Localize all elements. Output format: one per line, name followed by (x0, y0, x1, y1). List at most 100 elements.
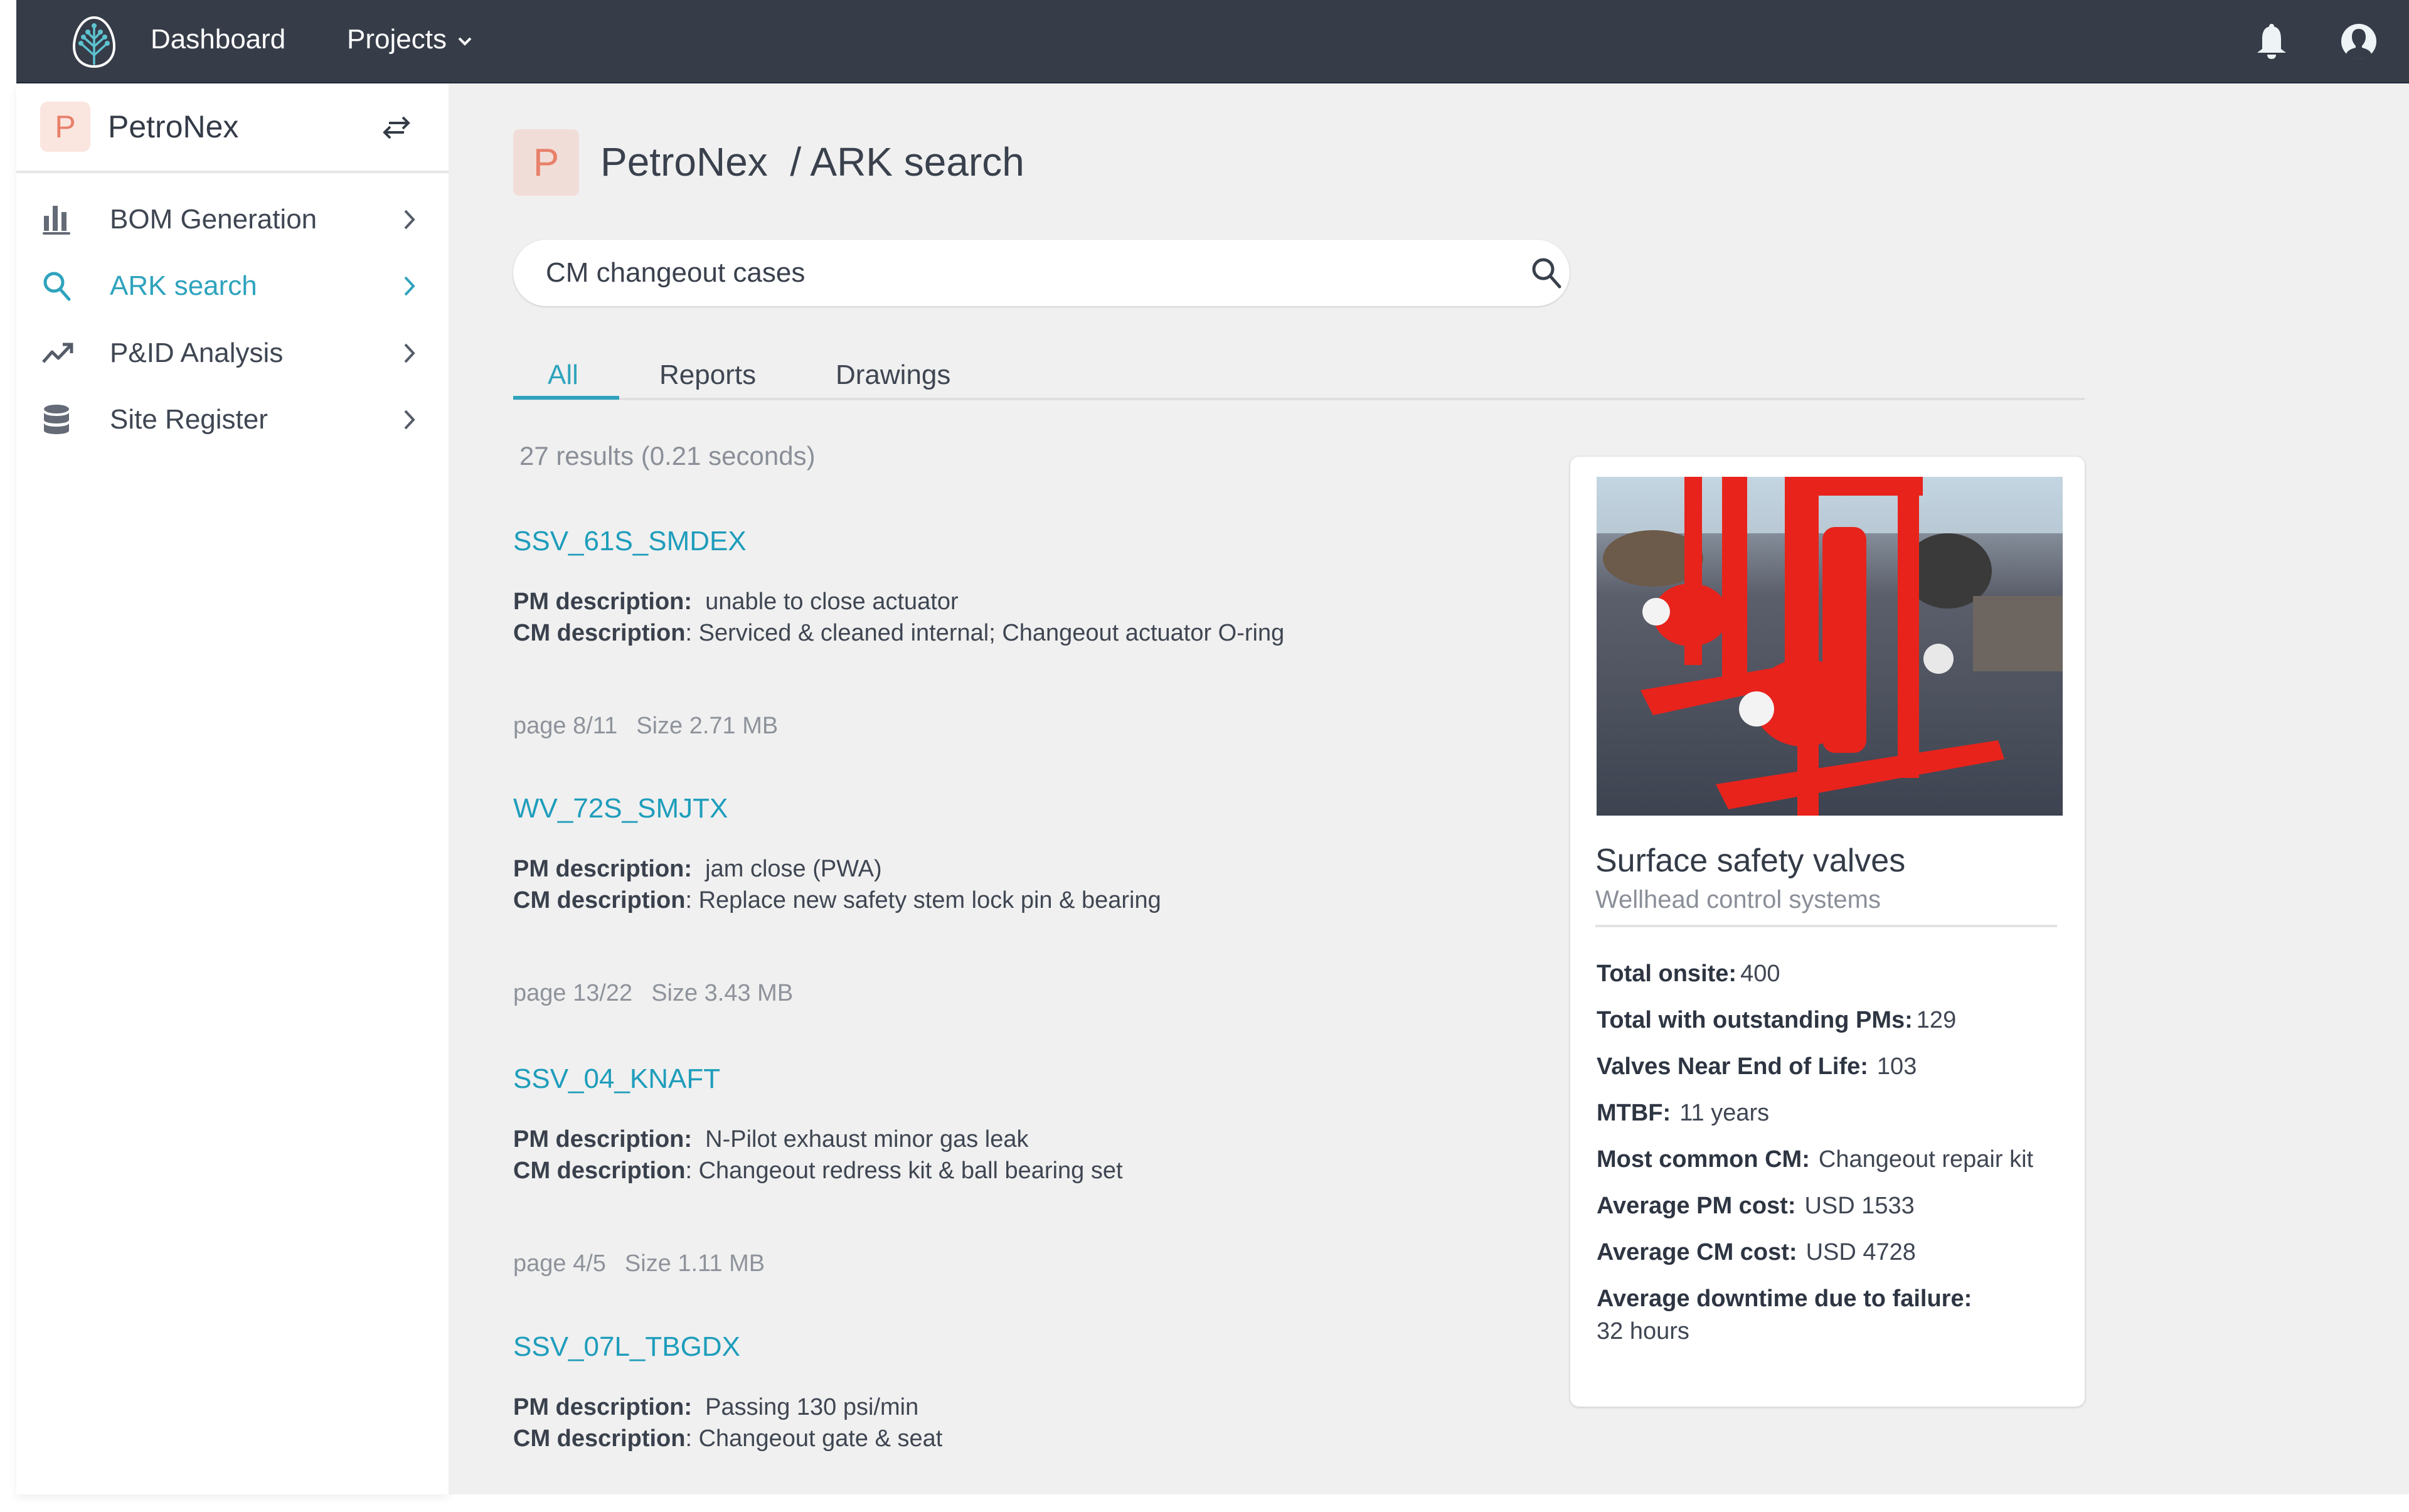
cm-label: CM description (513, 1158, 686, 1184)
sidebar-item-label: BOM Generation (110, 204, 317, 235)
stat-value: 32 hours (1597, 1318, 1689, 1344)
stat-value: Changeout repair kit (1818, 1146, 2034, 1173)
stat-label: Most common CM: (1597, 1146, 1810, 1173)
cm-label: CM description (513, 887, 686, 913)
pm-description: PM description: N-Pilot exhaust minor ga… (513, 1126, 1029, 1153)
result-size: Size 3.43 MB (651, 980, 794, 1006)
stat-near-end-of-life: Valves Near End of Life: 103 (1597, 1053, 1917, 1080)
asset-summary-card: Surface safety valves Wellhead control s… (1570, 457, 2085, 1407)
stat-most-common-cm: Most common CM: Changeout repair kit (1597, 1146, 2033, 1173)
result-title-link[interactable]: SSV_61S_SMDEX (513, 526, 747, 557)
stat-value: USD 1533 (1804, 1193, 1915, 1219)
stat-average-downtime: Average downtime due to failure: 32 hours (1597, 1286, 1972, 1350)
sidebar-item-pid-analysis[interactable]: P&ID Analysis (16, 322, 449, 385)
sidebar-item-site-register[interactable]: Site Register (16, 388, 449, 451)
nav-dashboard[interactable]: Dashboard (151, 24, 285, 55)
stat-mtbf: MTBF: 11 years (1597, 1100, 1769, 1127)
result-page: page 4/5 (513, 1250, 606, 1277)
stat-value: 400 (1740, 961, 1780, 987)
search-icon[interactable] (1529, 255, 1565, 290)
stat-value: USD 4728 (1805, 1239, 1916, 1265)
valve-photo (1597, 477, 2063, 816)
stat-outstanding-pms: Total with outstanding PMs: 129 (1597, 1007, 1956, 1034)
stat-label: Average CM cost: (1597, 1239, 1797, 1265)
cm-value: Serviced & cleaned internal; Changeout a… (698, 620, 1285, 646)
stat-label: Valves Near End of Life: (1597, 1053, 1868, 1080)
chevron-right-icon (404, 343, 415, 363)
cm-value: Replace new safety stem lock pin & beari… (698, 887, 1161, 913)
stat-value: 11 years (1679, 1100, 1770, 1126)
stat-value: 129 (1916, 1007, 1957, 1033)
card-divider (1595, 925, 2057, 927)
result-size: Size 1.11 MB (624, 1250, 765, 1277)
swap-arrows-icon[interactable] (380, 114, 413, 141)
chevron-right-icon (404, 276, 415, 296)
cm-value: Changeout gate & seat (698, 1425, 943, 1452)
sidebar-item-bom-generation[interactable]: BOM Generation (16, 188, 449, 251)
pm-value: N-Pilot exhaust minor gas leak (705, 1126, 1029, 1153)
project-badge: P (513, 129, 579, 196)
pm-description: PM description: Passing 130 psi/min (513, 1394, 918, 1421)
stat-label: Average PM cost: (1597, 1193, 1796, 1219)
result-title-link[interactable]: WV_72S_SMJTX (513, 793, 728, 824)
pm-value: jam close (PWA) (705, 856, 882, 882)
sidebar-project-header: P PetroNex (16, 83, 449, 173)
cm-description: CM description: Changeout redress kit & … (513, 1158, 1123, 1184)
stat-total-onsite: Total onsite: 400 (1597, 961, 1780, 988)
tabs-divider (513, 398, 2085, 400)
pm-description: PM description: jam close (PWA) (513, 856, 882, 883)
pm-label: PM description: (513, 856, 693, 882)
cm-label: CM description (513, 1425, 686, 1452)
pm-label: PM description: (513, 1394, 693, 1420)
chevron-right-icon (404, 410, 415, 430)
pm-label: PM description: (513, 1126, 693, 1153)
cm-description: CM description: Serviced & cleaned inter… (513, 620, 1285, 646)
sidebar-item-label: Site Register (110, 404, 268, 435)
result-meta: page 13/22 Size 3.43 MB (513, 980, 793, 1007)
stat-label: Total with outstanding PMs: (1597, 1007, 1913, 1033)
search-icon (43, 272, 71, 301)
result-meta: page 8/11 Size 2.71 MB (513, 713, 778, 740)
search-input[interactable] (546, 253, 1487, 292)
result-page: page 8/11 (513, 713, 618, 739)
chevron-down-icon[interactable] (457, 35, 473, 48)
chevron-right-icon (404, 210, 415, 230)
tree-logo-icon[interactable] (66, 14, 122, 69)
sidebar-item-label: P&ID Analysis (110, 338, 284, 368)
search-bar (513, 240, 1570, 306)
stat-label: Average downtime due to failure: (1597, 1286, 1972, 1312)
tab-reports[interactable]: Reports (659, 359, 756, 391)
card-title: Surface safety valves (1595, 843, 1906, 879)
stat-label: MTBF: (1597, 1100, 1671, 1126)
result-title-link[interactable]: SSV_04_KNAFT (513, 1063, 720, 1095)
result-size: Size 2.71 MB (636, 713, 779, 739)
tab-drawings[interactable]: Drawings (836, 359, 950, 391)
project-name: PetroNex (108, 109, 239, 144)
stat-value: 103 (1876, 1053, 1917, 1080)
project-badge: P (40, 102, 90, 152)
pm-label: PM description: (513, 588, 693, 615)
sidebar-item-ark-search[interactable]: ARK search (16, 255, 449, 317)
result-title-link[interactable]: SSV_07L_TBGDX (513, 1331, 740, 1363)
bell-icon[interactable] (2253, 21, 2290, 60)
sidebar: P PetroNex BOM Generation ARK search P&I… (16, 83, 449, 1494)
sidebar-item-label: ARK search (110, 270, 257, 301)
cm-value: Changeout redress kit & ball bearing set (698, 1158, 1123, 1184)
nav-projects[interactable]: Projects (347, 24, 447, 55)
main-content: P PetroNex / ARK search All Reports Draw… (449, 83, 2409, 1494)
pm-value: Passing 130 psi/min (705, 1394, 919, 1420)
page-title: PetroNex / ARK search (600, 139, 1024, 184)
card-subtitle: Wellhead control systems (1595, 886, 1881, 913)
result-page: page 13/22 (513, 980, 633, 1006)
result-meta: page 4/5 Size 1.11 MB (513, 1250, 765, 1277)
stat-label: Total onsite: (1597, 961, 1737, 987)
cm-description: CM description: Replace new safety stem … (513, 887, 1161, 913)
trend-up-icon (42, 343, 73, 363)
active-tab-indicator (513, 396, 619, 400)
bar-chart-icon (43, 206, 70, 235)
result-count: 27 results (0.21 seconds) (519, 441, 816, 471)
user-avatar-icon[interactable] (2340, 23, 2378, 60)
cm-label: CM description (513, 620, 686, 646)
tab-all[interactable]: All (548, 359, 578, 391)
pm-value: unable to close actuator (705, 588, 959, 615)
